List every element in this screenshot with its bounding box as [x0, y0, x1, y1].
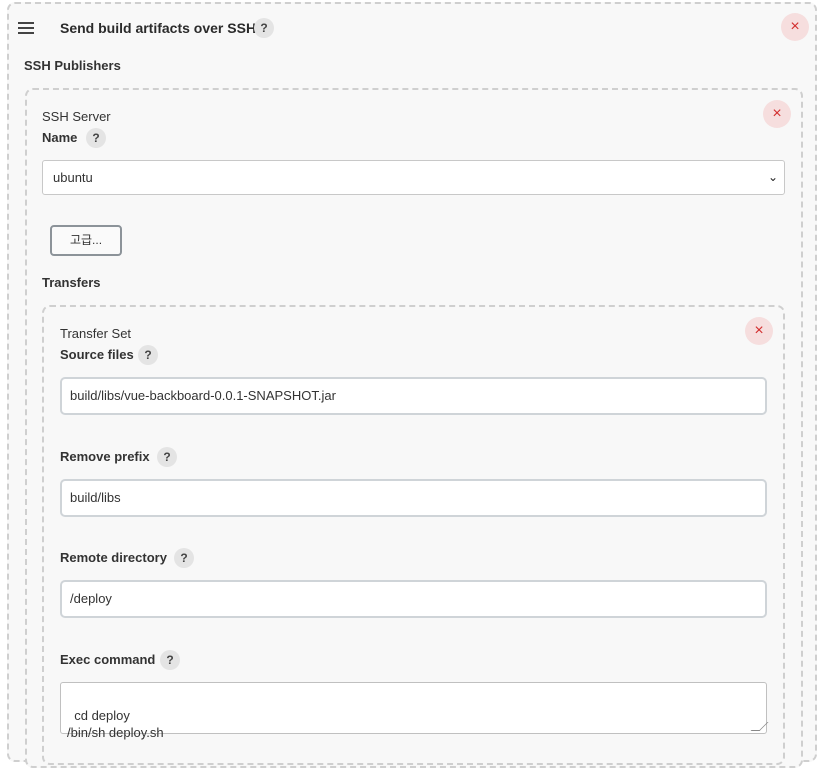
- source-files-input[interactable]: build/libs/vue-backboard-0.0.1-SNAPSHOT.…: [60, 377, 767, 415]
- remote-directory-input[interactable]: /deploy: [60, 580, 767, 618]
- exec-command-textarea[interactable]: cd deploy /bin/sh deploy.sh: [60, 682, 769, 740]
- advanced-button[interactable]: 고급...: [50, 225, 122, 256]
- remote-directory-label: Remote directory: [60, 550, 167, 565]
- delete-transfer-set-icon[interactable]: ×: [745, 317, 773, 345]
- name-help-icon[interactable]: ?: [86, 128, 106, 148]
- remove-prefix-label: Remove prefix: [60, 449, 150, 464]
- exec-command-value: cd deploy /bin/sh deploy.sh: [67, 708, 164, 740]
- resize-handle-icon[interactable]: [750, 722, 769, 731]
- exec-command-help-icon[interactable]: ?: [160, 650, 180, 670]
- remote-directory-help-icon[interactable]: ?: [174, 548, 194, 568]
- name-label: Name: [42, 130, 78, 145]
- server-name-value: ubuntu: [53, 170, 93, 185]
- ssh-server-heading: SSH Server: [42, 109, 111, 124]
- section-help-icon[interactable]: ?: [254, 18, 274, 38]
- delete-ssh-server-icon[interactable]: ×: [763, 100, 791, 128]
- exec-command-label: Exec command: [60, 652, 156, 667]
- section-title: Send build artifacts over SSH: [60, 20, 257, 36]
- drag-handle-icon[interactable]: [18, 22, 34, 34]
- ssh-publishers-label: SSH Publishers: [24, 58, 121, 73]
- transfer-set-heading: Transfer Set: [60, 326, 132, 341]
- remove-prefix-help-icon[interactable]: ?: [157, 447, 177, 467]
- chevron-down-icon: ⌄: [767, 170, 778, 184]
- delete-section-icon[interactable]: ×: [781, 13, 809, 41]
- source-files-label: Source files: [60, 347, 134, 362]
- source-files-help-icon[interactable]: ?: [138, 345, 158, 365]
- remove-prefix-input[interactable]: build/libs: [60, 479, 767, 517]
- transfers-label: Transfers: [42, 275, 101, 290]
- server-name-select[interactable]: ubuntu ⌄: [42, 160, 785, 195]
